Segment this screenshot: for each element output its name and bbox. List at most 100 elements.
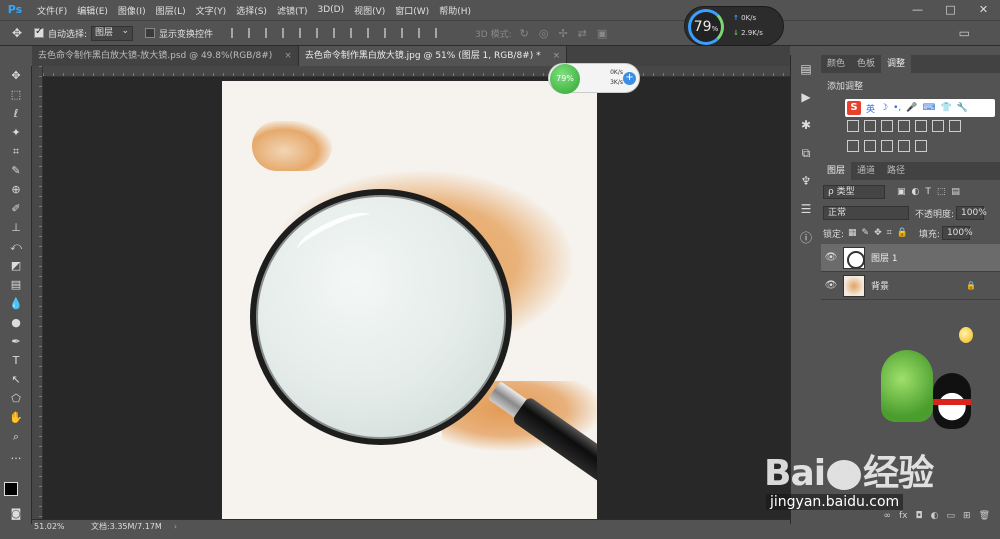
- zoom-level[interactable]: 51.02%: [32, 522, 87, 531]
- menu-help[interactable]: 帮助(H): [434, 4, 476, 17]
- color-lookup-icon[interactable]: [949, 120, 961, 132]
- minimize-button[interactable]: —: [901, 0, 934, 20]
- ime-microphone-icon[interactable]: 🎤: [906, 103, 917, 113]
- distribute-right-icon[interactable]: [418, 28, 428, 38]
- healing-brush-icon[interactable]: ⊕: [0, 180, 32, 199]
- properties-panel-icon[interactable]: ☰: [791, 195, 821, 223]
- menu-file[interactable]: 文件(F): [32, 4, 72, 17]
- auto-align-icon[interactable]: [435, 28, 445, 38]
- menu-select[interactable]: 选择(S): [231, 4, 272, 17]
- align-bottom-icon[interactable]: [265, 28, 275, 38]
- lasso-tool-icon[interactable]: ℓ: [0, 104, 32, 123]
- shape-tool-icon[interactable]: ⬠: [0, 389, 32, 408]
- info-panel-icon[interactable]: ⓘ: [791, 223, 821, 251]
- roll-3d-icon[interactable]: ◎: [539, 27, 549, 40]
- history-panel-icon[interactable]: ▤: [791, 55, 821, 83]
- menu-image[interactable]: 图像(I): [113, 4, 151, 17]
- path-selection-icon[interactable]: ↖: [0, 370, 32, 389]
- show-transform-checkbox[interactable]: [145, 28, 156, 38]
- horizontal-ruler[interactable]: [43, 66, 790, 77]
- menu-view[interactable]: 视图(V): [349, 4, 390, 17]
- opacity-field[interactable]: 100%: [956, 206, 987, 220]
- ime-tools-icon[interactable]: 🔧: [957, 103, 968, 113]
- brush-tool-icon[interactable]: ✐: [0, 199, 32, 218]
- threshold-icon[interactable]: [881, 140, 893, 152]
- blur-tool-icon[interactable]: 💧: [0, 294, 32, 313]
- tab-document-psd[interactable]: 去色命令制作黑白放大镜-放大镜.psd @ 49.8%(RGB/8#) ×: [32, 46, 299, 66]
- scale-3d-icon[interactable]: ▣: [597, 27, 607, 40]
- eyedropper-icon[interactable]: ✎: [0, 161, 32, 180]
- zoom-tool-icon[interactable]: ⌕: [0, 427, 32, 446]
- magic-wand-icon[interactable]: ✦: [0, 123, 32, 142]
- ime-keyboard-icon[interactable]: ⌨: [922, 103, 935, 113]
- more-tools-icon[interactable]: …: [0, 446, 32, 465]
- pen-tool-icon[interactable]: ✒: [0, 332, 32, 351]
- auto-select-dropdown[interactable]: 图层: [91, 25, 134, 41]
- foreground-color-swatch[interactable]: [4, 482, 18, 496]
- hue-saturation-icon[interactable]: [864, 120, 876, 132]
- menu-window[interactable]: 窗口(W): [390, 4, 434, 17]
- photo-filter-icon[interactable]: [915, 120, 927, 132]
- tab-color[interactable]: 颜色: [821, 55, 851, 73]
- crop-tool-icon[interactable]: ⌗: [0, 142, 32, 161]
- actions-panel-icon[interactable]: ▶: [791, 83, 821, 111]
- auto-select-checkbox[interactable]: [34, 26, 44, 38]
- distribute-left-icon[interactable]: [384, 28, 394, 38]
- clone-stamp-icon[interactable]: ⊥: [0, 218, 32, 237]
- tab-paths[interactable]: 路径: [881, 162, 911, 180]
- invert-icon[interactable]: [847, 140, 859, 152]
- align-middle-icon[interactable]: [248, 28, 258, 38]
- menu-layer[interactable]: 图层(L): [151, 4, 191, 17]
- speed-boost-button[interactable]: +: [623, 72, 636, 85]
- network-speed-widget[interactable]: 79% 0K/s 3K/s +: [548, 63, 640, 94]
- move-icon[interactable]: ✥: [0, 26, 34, 40]
- menu-type[interactable]: 文字(Y): [191, 4, 232, 17]
- blend-mode-dropdown[interactable]: 正常: [823, 206, 909, 220]
- tab-layers[interactable]: 图层: [821, 162, 852, 180]
- menu-filter[interactable]: 滤镜(T): [272, 4, 313, 17]
- maximize-button[interactable]: □: [934, 0, 967, 20]
- black-white-icon[interactable]: [898, 120, 910, 132]
- layer-row[interactable]: 👁 背景 🔒: [821, 272, 1000, 300]
- gradient-map-icon[interactable]: [898, 140, 910, 152]
- distribute-top-icon[interactable]: [333, 28, 343, 38]
- move-tool-icon[interactable]: ✥: [0, 66, 32, 85]
- clone-source-icon[interactable]: ⧉: [791, 139, 821, 167]
- tab-close-icon[interactable]: ×: [284, 51, 292, 61]
- ime-punctuation-icon[interactable]: •,: [893, 103, 901, 113]
- align-center-icon[interactable]: [299, 28, 309, 38]
- posterize-icon[interactable]: [864, 140, 876, 152]
- vibrance-icon[interactable]: [847, 120, 859, 132]
- distribute-middle-icon[interactable]: [350, 28, 360, 38]
- close-button[interactable]: ✕: [967, 0, 1000, 20]
- workspace-switcher-icon[interactable]: ▭: [959, 26, 970, 40]
- tab-swatches[interactable]: 色板: [851, 55, 881, 73]
- hand-tool-icon[interactable]: ✋: [0, 408, 32, 427]
- status-menu-arrow[interactable]: ›: [174, 522, 177, 531]
- eye-icon[interactable]: 👁: [821, 252, 841, 263]
- layer-filter-dropdown[interactable]: ρ 类型: [823, 185, 885, 199]
- tool-presets-icon[interactable]: ♆: [791, 167, 821, 195]
- filter-icons[interactable]: ▣◐T⬚▤: [897, 187, 966, 197]
- ime-moon-icon[interactable]: ☽: [880, 103, 888, 113]
- rotate-3d-icon[interactable]: ↻: [520, 27, 529, 40]
- eye-icon[interactable]: 👁: [821, 280, 841, 291]
- menu-edit[interactable]: 编辑(E): [72, 4, 113, 17]
- align-left-icon[interactable]: [282, 28, 292, 38]
- distribute-center-icon[interactable]: [401, 28, 411, 38]
- vertical-ruler[interactable]: [32, 66, 43, 519]
- color-balance-icon[interactable]: [881, 120, 893, 132]
- tab-document-jpg[interactable]: 去色命令制作黑白放大镜.jpg @ 51% (图层 1, RGB/8#) * ×: [298, 46, 568, 66]
- slide-3d-icon[interactable]: ⇄: [578, 27, 587, 40]
- quick-mask-icon[interactable]: ◙: [0, 504, 32, 523]
- lock-icons[interactable]: ▦✎✥⌗🔒: [848, 228, 913, 238]
- canvas-workspace[interactable]: [43, 77, 790, 519]
- marquee-tool-icon[interactable]: ⬚: [0, 85, 32, 104]
- align-top-icon[interactable]: [231, 28, 241, 38]
- layer-row[interactable]: 👁 图层 1: [821, 244, 1000, 272]
- dodge-tool-icon[interactable]: ●: [0, 313, 32, 332]
- ime-skin-icon[interactable]: 👕: [940, 103, 951, 113]
- align-right-icon[interactable]: [316, 28, 326, 38]
- document-canvas[interactable]: [222, 81, 597, 519]
- selective-color-icon[interactable]: [915, 140, 927, 152]
